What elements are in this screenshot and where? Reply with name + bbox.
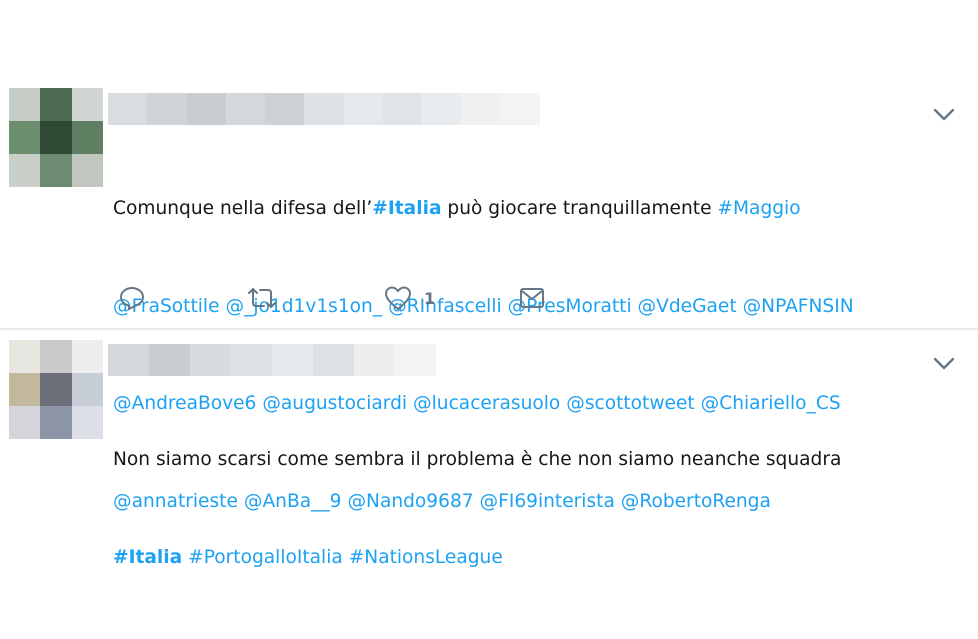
tweet-text: Non siamo scarsi come sembra il problema… [113,379,953,639]
like-icon [385,286,411,310]
retweet-button[interactable] [246,284,278,312]
like-count: 1 [424,288,436,308]
hashtag-link[interactable]: #Maggio [717,198,800,219]
hashtag-link[interactable]: #NationsLeague [349,547,503,568]
hashtag-link[interactable]: #Italia [113,547,182,568]
avatar[interactable] [9,88,103,187]
tweet-1[interactable]: Comunque nella difesa dell’#Italia può g… [0,86,978,512]
direct-message-icon [520,288,544,308]
chevron-down-icon[interactable] [932,107,956,123]
text-segment: Comunque nella difesa dell’ [113,198,373,219]
tweet-actions: 1 [118,284,558,312]
text-segment: può giocare tranquillamente [441,198,718,219]
avatar[interactable] [9,340,103,439]
retweet-icon [248,288,276,308]
mention-link[interactable]: @NPAFNSIN [743,296,854,317]
author-name-blurred[interactable] [108,93,540,125]
hashtag-link[interactable]: #PortogalloItalia [188,547,343,568]
author-name-blurred[interactable] [108,344,436,376]
reply-icon [120,287,144,310]
like-button[interactable]: 1 [384,284,435,312]
hashtag-link[interactable]: #Italia [372,198,441,219]
tweet-text-line: Comunque nella difesa dell’#Italia può g… [113,193,953,226]
chevron-down-icon[interactable] [932,356,956,372]
reply-button[interactable] [118,284,146,312]
mention-link[interactable]: @VdeGaet [638,296,737,317]
tweet-2[interactable]: Non siamo scarsi come sembra il problema… [0,330,978,568]
direct-message-button[interactable] [518,284,546,312]
hashtags-line: #Italia #PortogalloItalia #NationsLeague [113,542,953,575]
tweet-text-line: Non siamo scarsi come sembra il problema… [113,449,842,470]
